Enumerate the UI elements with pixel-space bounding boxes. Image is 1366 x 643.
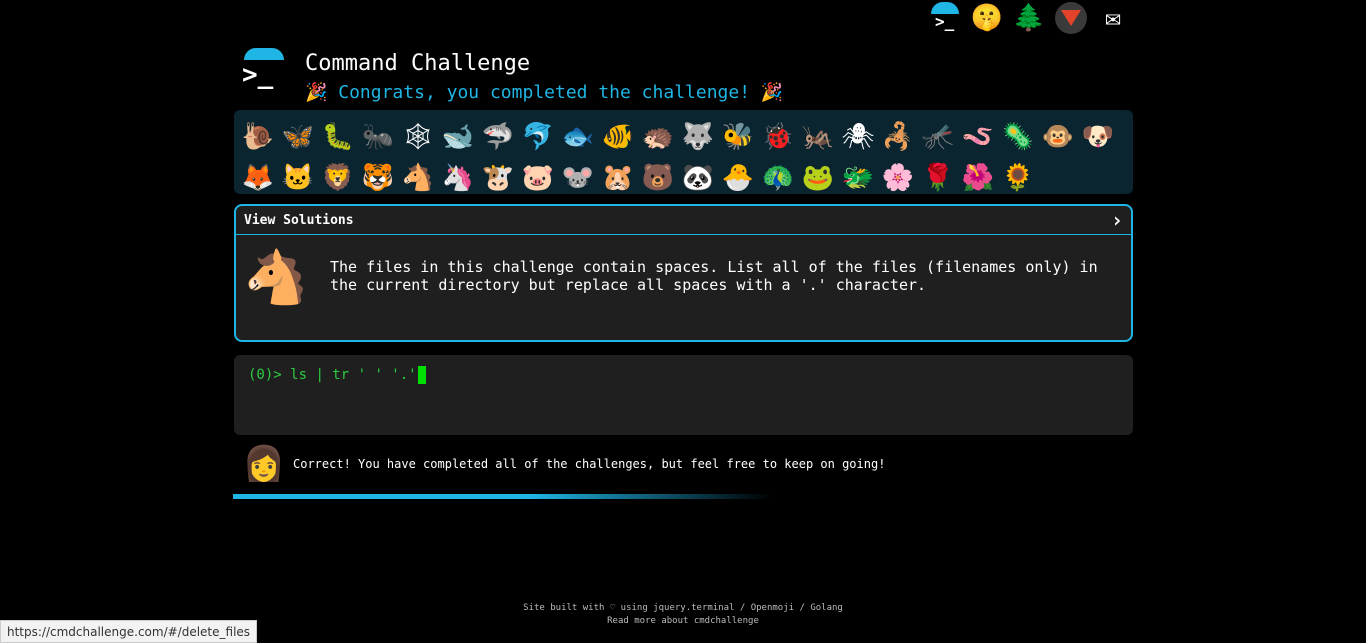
badge-icon[interactable]: 🐟	[558, 116, 598, 157]
badge-icon[interactable]: 🌹	[918, 157, 958, 198]
terminal-command[interactable]: ls | tr ' ' '.'	[290, 367, 416, 383]
terminal-logo-small: >_	[929, 2, 961, 34]
header-text: Command Challenge 🎉 Congrats, you comple…	[305, 46, 783, 103]
badge-icon[interactable]: 🐻	[638, 157, 678, 198]
badge-icon[interactable]: 🐶	[1078, 116, 1118, 157]
app-logo[interactable]: >_	[240, 46, 286, 92]
chevron-right-icon: ›	[1110, 208, 1123, 232]
badge-icon[interactable]: 🦄	[438, 157, 478, 198]
page-title: Command Challenge	[305, 51, 531, 76]
header: >_ Command Challenge 🎉 Congrats, you com…	[240, 46, 783, 103]
badge-icon[interactable]: 🪱	[958, 116, 998, 157]
congrats-message: 🎉 Congrats, you completed the challenge!…	[305, 82, 784, 103]
badge-icon[interactable]: 🐋	[438, 116, 478, 157]
badge-icon[interactable]: 🌸	[878, 157, 918, 198]
badge-icon[interactable]: 🦋	[278, 116, 318, 157]
feedback: 👩 Correct! You have completed all of the…	[242, 443, 886, 485]
badge-icon[interactable]: 🦈	[478, 116, 518, 157]
view-solutions-button[interactable]: View Solutions ›	[236, 206, 1131, 235]
terminal-prompt: (0)>	[248, 367, 291, 383]
challenge-panel: View Solutions › 🐴 The files in this cha…	[234, 204, 1133, 342]
badge-icon[interactable]: 🦔	[638, 116, 678, 157]
badge-icon[interactable]: 🐭	[558, 157, 598, 198]
badge-icon[interactable]: 🦚	[758, 157, 798, 198]
terminal-cursor	[417, 366, 426, 384]
terminal[interactable]: (0)> ls | tr ' ' '.'	[234, 355, 1133, 435]
badge-icon[interactable]: 🐛	[318, 116, 358, 157]
envelope-icon[interactable]: ✉	[1096, 1, 1130, 35]
challenge-description: The files in this challenge contain spac…	[330, 258, 1098, 294]
progress-bar	[233, 494, 773, 499]
feedback-message: Correct! You have completed all of the c…	[293, 457, 886, 471]
footer-credits[interactable]: Site built with ♡ using jquery.terminal …	[0, 603, 1366, 613]
woman-avatar: 👩	[242, 444, 286, 484]
logo-dome	[244, 48, 284, 60]
terminal-icon[interactable]: >_	[928, 1, 962, 35]
shush-face-icon[interactable]: 🤫	[970, 1, 1004, 35]
badge-icon[interactable]: 🐷	[518, 157, 558, 198]
badge-icon[interactable]: 🐸	[798, 157, 838, 198]
badge-icon[interactable]: 🐯	[358, 157, 398, 198]
badge-icon[interactable]: 🦁	[318, 157, 358, 198]
logo-prompt: >_	[242, 60, 274, 90]
badges-panel: 🐌 🦋 🐛 🐜 🕸 🐋 🦈 🐬 🐟 🐠 🦔 🐺 🐝 🐞 🦗 🕷 🦂 🦟 🪱 🦠 🐵 🐶 🦊 🐱 🦁 🐯 🐴 🦄 🐮 🐷 🐭 🐹 🐻 🐼 🐣 🦚 🐸 🐲 🌸 🌹…	[234, 110, 1133, 194]
badge-icon[interactable]: 🦂	[878, 116, 918, 157]
badge-icon[interactable]: 🐞	[758, 116, 798, 157]
horse-icon: 🐴	[243, 247, 309, 308]
badge-icon[interactable]: 🌻	[998, 157, 1038, 198]
badge-icon[interactable]: 🐺	[678, 116, 718, 157]
gitlab-icon[interactable]	[1054, 1, 1088, 35]
badge-icon[interactable]: 🐲	[838, 157, 878, 198]
badge-icon[interactable]: 🕷	[838, 116, 878, 157]
badge-icon[interactable]: 🐌	[238, 116, 278, 157]
tree-icon[interactable]: 🌲	[1012, 1, 1046, 35]
badge-icon[interactable]: 🐴	[398, 157, 438, 198]
challenge-body: 🐴 The files in this challenge contain sp…	[236, 235, 1131, 317]
logo-prompt: >_	[935, 12, 955, 31]
badge-icon[interactable]: 🕸	[398, 116, 438, 157]
badge-icon[interactable]: 🐜	[358, 116, 398, 157]
badge-icon[interactable]: 🦟	[918, 116, 958, 157]
badge-icon[interactable]: 🐣	[718, 157, 758, 198]
badge-icon[interactable]: 🐹	[598, 157, 638, 198]
badge-icon[interactable]: 🐮	[478, 157, 518, 198]
badge-icon[interactable]: 🦗	[798, 116, 838, 157]
badge-icon[interactable]: 🐠	[598, 116, 638, 157]
badge-icon[interactable]: 🦠	[998, 116, 1038, 157]
badge-icon[interactable]: 🐝	[718, 116, 758, 157]
top-nav: >_ 🤫 🌲 ✉	[928, 0, 1130, 36]
badge-icon[interactable]: 🐬	[518, 116, 558, 157]
badge-icon[interactable]: 🌺	[958, 157, 998, 198]
badge-icon[interactable]: 🐼	[678, 157, 718, 198]
badge-icon[interactable]: 🐱	[278, 157, 318, 198]
badge-icon[interactable]: 🦊	[238, 157, 278, 198]
view-solutions-label: View Solutions	[244, 212, 354, 228]
status-bar-url: https://cmdchallenge.com/#/delete_files	[0, 620, 258, 643]
gitlab-fox-icon	[1061, 10, 1081, 26]
gitlab-circle	[1055, 2, 1087, 34]
badge-icon[interactable]: 🐵	[1038, 116, 1078, 157]
